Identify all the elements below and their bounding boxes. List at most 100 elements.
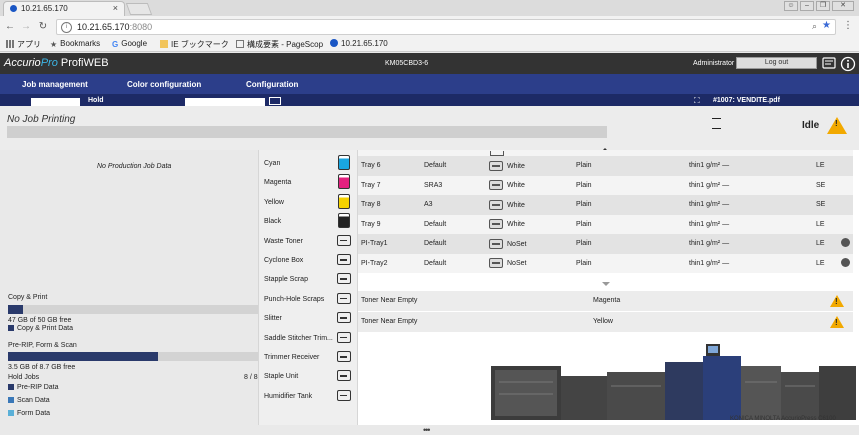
supply-label: Saddle Stitcher Trim...: [264, 334, 333, 342]
toner-black-icon[interactable]: [337, 213, 351, 229]
tray-status: [838, 156, 853, 176]
browser-tabstrip: 10.21.65.170 × ☺ – ❐ ✕: [0, 0, 859, 16]
staple-unit-icon[interactable]: [337, 370, 351, 383]
info-icon[interactable]: [840, 56, 856, 72]
bookmark-ie[interactable]: IE ブックマーク: [160, 39, 229, 50]
current-job-name: #1007: VENDITE.pdf: [713, 97, 780, 104]
tray-status-dot-icon: [841, 238, 850, 248]
trimmer-receiver-icon[interactable]: [337, 351, 351, 364]
menu-color-configuration[interactable]: Color configuration: [127, 80, 201, 89]
staple-scrap-icon[interactable]: [337, 273, 351, 286]
waste-toner-icon[interactable]: [337, 234, 351, 248]
tray-weight: thin1 g/m² —: [689, 162, 730, 170]
browser-menu-icon[interactable]: ⋮: [842, 20, 854, 31]
keyboard-icon[interactable]: [269, 97, 281, 105]
cyclone-box-icon[interactable]: [337, 254, 351, 267]
toner-magenta-icon[interactable]: [337, 174, 351, 190]
window-close-icon[interactable]: ✕: [832, 1, 854, 11]
profile-icon[interactable]: ☺: [784, 1, 798, 11]
warning-row[interactable]: Toner Near Empty Yellow: [358, 312, 853, 333]
no-production-text: No Production Job Data: [97, 163, 172, 170]
supply-label: Humidifier Tank: [264, 392, 313, 400]
tray-row[interactable]: PI-Tray1 Default NoSet Plain thin1 g/m² — LE: [358, 234, 853, 254]
bookmark-bookmarks[interactable]: ★ Bookmarks: [50, 39, 100, 49]
zoom-search-icon[interactable]: ⌕: [812, 21, 817, 32]
browser-tab[interactable]: 10.21.65.170 ×: [3, 1, 125, 16]
toner-yellow-icon[interactable]: [337, 193, 351, 209]
supply-label: Slitter: [264, 315, 282, 323]
hold-label: Hold: [88, 97, 104, 104]
new-tab-button[interactable]: [125, 3, 153, 15]
supply-label: Cyan: [264, 160, 281, 167]
tray-weight: thin1 g/m² —: [689, 259, 730, 267]
humidifier-tank-icon[interactable]: [337, 389, 351, 403]
punch-hole-icon[interactable]: [337, 292, 351, 306]
warning-icon[interactable]: [827, 117, 847, 134]
saddle-stitcher-icon[interactable]: [337, 331, 351, 345]
tray-size: Default: [424, 259, 447, 267]
tray-direction: LE: [816, 240, 825, 248]
tray-paper-type: Plain: [576, 181, 592, 189]
tray-row[interactable]: Tray 9 Default White Plain thin1 g/m² — LE: [358, 214, 853, 234]
status-dashes: [712, 118, 721, 130]
tray-row[interactable]: Tray 7 SRA3 White Plain thin1 g/m² — SE: [358, 175, 853, 195]
tray-paper-type: Plain: [576, 162, 592, 170]
bookmark-google[interactable]: G Google: [112, 39, 147, 49]
warning-icon: [830, 295, 844, 307]
prerip-usage-bar: [8, 352, 258, 361]
bookmark-pagescope[interactable]: 構成要素 - PageScop: [236, 39, 323, 50]
job-preview-icon[interactable]: ⛶: [694, 96, 700, 106]
more-options-icon[interactable]: •••: [423, 425, 431, 435]
tray-paper-type: Plain: [576, 220, 592, 228]
job-status-text: No Job Printing: [7, 114, 76, 125]
bookmarks-bar: アプリ ★ Bookmarks G Google IE ブックマーク 構成要素 - …: [0, 38, 859, 52]
toner-cyan-icon[interactable]: [337, 155, 351, 170]
logout-button[interactable]: Log out: [736, 57, 817, 69]
tray-row[interactable]: PI-Tray2 Default NoSet Plain thin1 g/m² — LE: [358, 253, 853, 273]
printer-illustration: [491, 344, 856, 420]
tray-row[interactable]: Tray 6 Default White Plain thin1 g/m² — LE: [358, 156, 853, 176]
message-icon[interactable]: [822, 57, 836, 69]
site-info-icon[interactable]: i: [61, 22, 72, 33]
job-search-input[interactable]: [31, 98, 80, 106]
tray-color: NoSet: [486, 234, 573, 254]
scroll-down-icon[interactable]: [602, 282, 610, 286]
minimize-icon[interactable]: –: [800, 1, 814, 11]
tray-status: [838, 234, 853, 254]
hold-search-input[interactable]: [185, 98, 265, 106]
slitter-icon[interactable]: [337, 312, 351, 325]
tray-icon: [489, 219, 503, 230]
menu-configuration[interactable]: Configuration: [246, 80, 298, 89]
bookmark-apps[interactable]: アプリ: [6, 39, 41, 50]
tray-name: Tray 9: [361, 220, 381, 228]
supplies-panel: Cyan Magenta Yellow Black Waste Toner Cyclone…: [258, 150, 358, 425]
legend-form: Form Data: [8, 410, 50, 417]
address-bar[interactable]: i 10.21.65.170:8080 ⌕ ★: [56, 19, 836, 35]
forward-icon[interactable]: →: [20, 21, 32, 32]
tray-row[interactable]: Tray 8 A3 White Plain thin1 g/m² — SE: [358, 195, 853, 215]
restore-icon[interactable]: ❐: [816, 1, 830, 11]
job-progress-bar: [7, 126, 607, 138]
copy-print-title: Copy & Print: [8, 294, 48, 301]
back-icon[interactable]: ←: [4, 21, 16, 32]
supply-label: Black: [264, 218, 282, 226]
star-icon: ★: [50, 40, 58, 49]
legend-prerip: Pre-RIP Data: [8, 384, 59, 391]
storage-panel: No Production Job Data Copy & Print 47 G…: [0, 150, 258, 425]
tray-name: Tray 8: [361, 201, 381, 209]
bookmark-device[interactable]: 10.21.65.170: [330, 39, 388, 48]
tray-color: White: [486, 156, 573, 176]
copy-print-usage-bar: [8, 305, 258, 314]
warning-list: Toner Near Empty Magenta Toner Near Empty Y…: [358, 291, 853, 333]
tray-weight: thin1 g/m² —: [689, 240, 730, 248]
tab-close-icon[interactable]: ×: [113, 3, 118, 13]
reload-icon[interactable]: ↻: [37, 21, 49, 32]
warning-row[interactable]: Toner Near Empty Magenta: [358, 291, 853, 312]
menu-job-management[interactable]: Job management: [22, 80, 88, 89]
warning-detail: Yellow: [593, 318, 613, 325]
supply-label: Trimmer Receiver: [264, 354, 320, 361]
bookmark-star-icon[interactable]: ★: [822, 20, 831, 31]
site-favicon-icon: [330, 39, 338, 47]
url-host: 10.21.65.170: [77, 22, 130, 32]
machine-state: Idle: [802, 120, 820, 131]
